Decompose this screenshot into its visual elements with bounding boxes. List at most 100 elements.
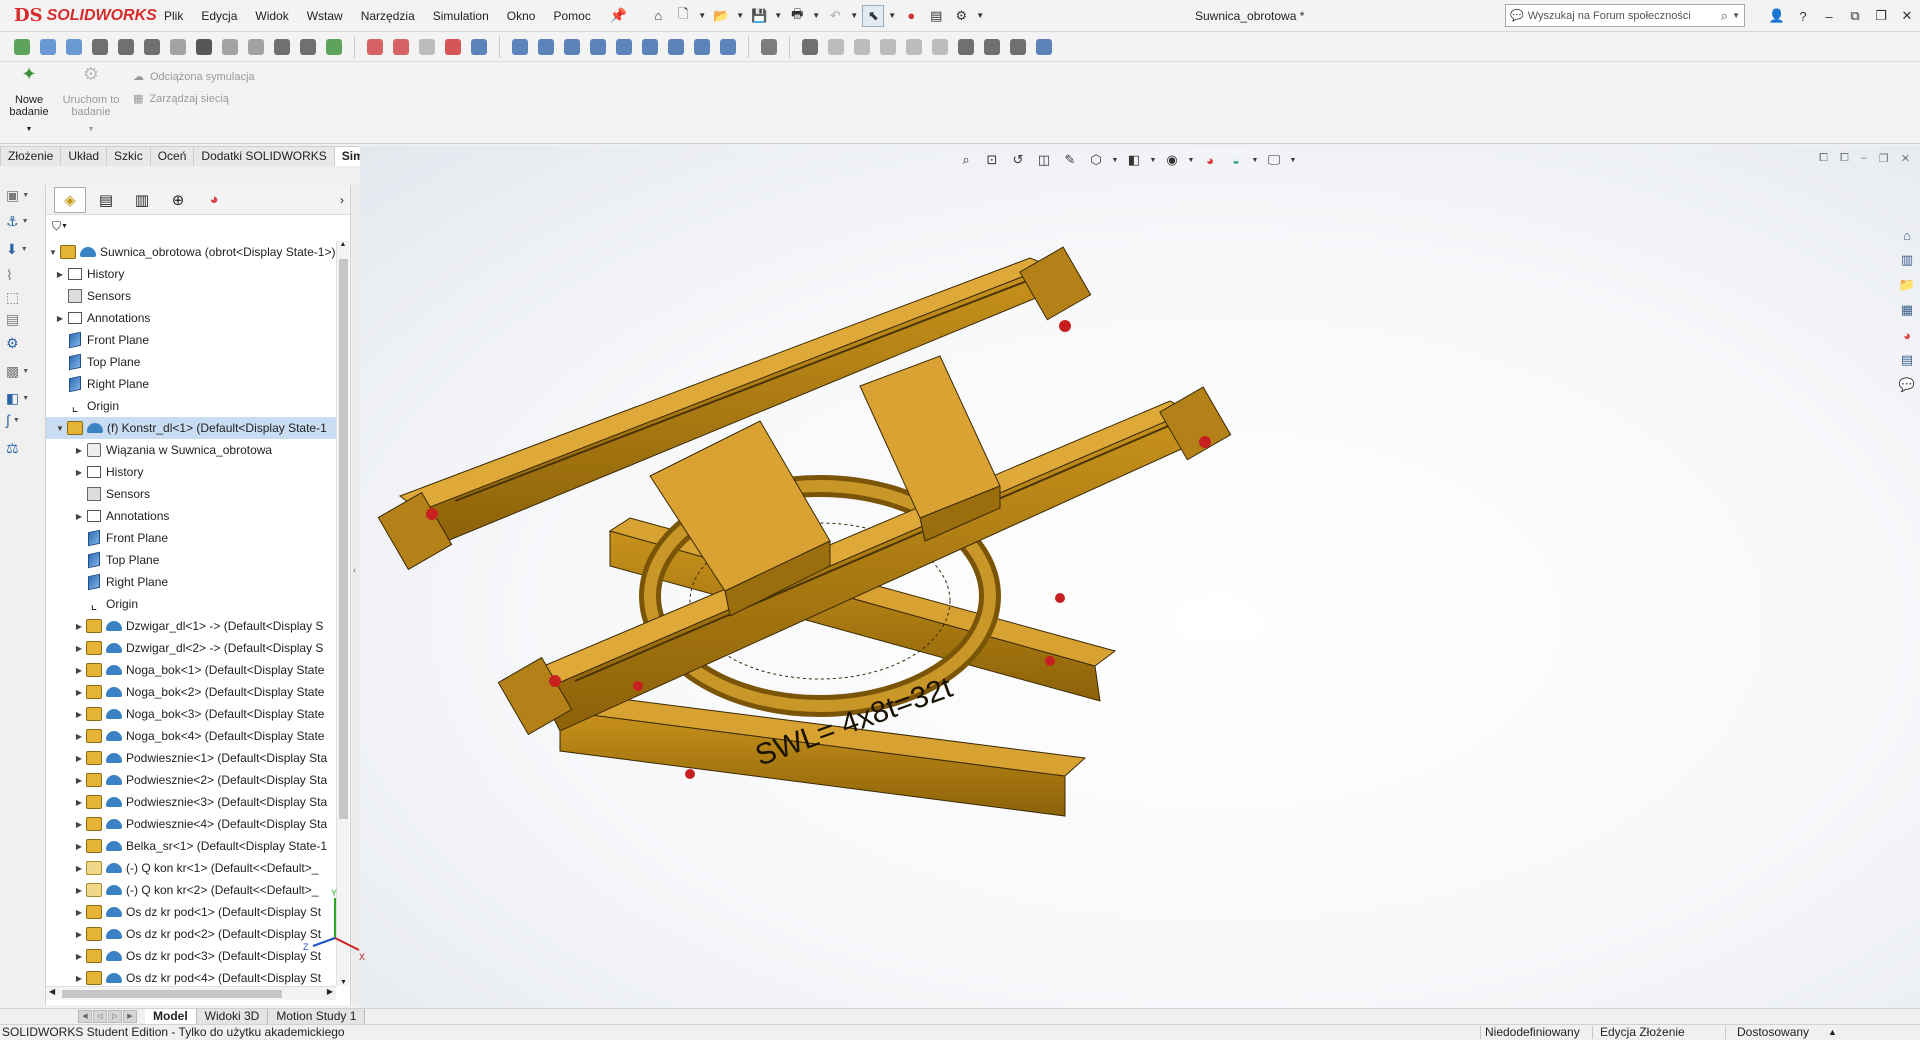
expand-icon[interactable]: ▶	[72, 952, 86, 961]
rebuild-traffic-light-icon[interactable]: ●	[900, 5, 922, 27]
menu-5[interactable]: Simulation	[424, 0, 498, 32]
expand-icon[interactable]: ▶	[53, 314, 67, 323]
expand-icon[interactable]: ▶	[72, 864, 86, 873]
strip-probe-icon[interactable]: ◧ ▼	[6, 387, 34, 409]
expand-icon[interactable]: ▶	[72, 688, 86, 697]
maximize-icon[interactable]: ❐	[1868, 8, 1894, 24]
open-icon[interactable]: 📂	[710, 5, 732, 27]
expand-icon[interactable]: ▶	[72, 468, 86, 477]
tree-item[interactable]: Sensors	[46, 285, 336, 307]
tree-item[interactable]: ▶ Wiązania w Suwnica_obrotowa	[46, 439, 336, 461]
splitter-grip-icon[interactable]: ‹	[353, 565, 356, 575]
expand-icon[interactable]: ▶	[72, 666, 86, 675]
filter-dropdown-icon[interactable]: ▼	[61, 223, 68, 230]
tree-item[interactable]: Front Plane	[46, 329, 336, 351]
filter-icon[interactable]: ⛉	[52, 219, 61, 234]
menu-3[interactable]: Wstaw	[298, 0, 352, 32]
strip-plot-icon[interactable]: ∫ ▼	[6, 409, 34, 431]
simulation-xpress-icon[interactable]	[363, 35, 387, 59]
search-box[interactable]: 💬 Wyszukaj na Forum społeczności ⌕ ▼	[1505, 4, 1745, 27]
design-library-icon[interactable]: ▥	[1896, 249, 1918, 271]
scroll-down-icon[interactable]: ▼	[337, 979, 350, 986]
tree-item[interactable]: ▶ Noga_bok<4> (Default<Display State	[46, 725, 336, 747]
tree-item[interactable]: ▶ Os dz kr pod<4> (Default<Display St	[46, 967, 336, 986]
expand-icon[interactable]: ▶	[72, 710, 86, 719]
pin-menu-icon[interactable]: 📌	[610, 7, 627, 24]
trimetric-view-icon[interactable]	[716, 35, 740, 59]
iso-view-icon[interactable]	[690, 35, 714, 59]
bottom-view-icon[interactable]	[664, 35, 688, 59]
bottom-tab-2[interactable]: Motion Study 1	[268, 1008, 366, 1025]
bottom-tab-1[interactable]: Widoki 3D	[196, 1008, 269, 1025]
scroll-left-icon[interactable]: ◀	[49, 987, 55, 996]
stl-icon[interactable]	[467, 35, 491, 59]
tree-item[interactable]: ▶ (-) Q kon kr<2> (Default<<Default>_	[46, 879, 336, 901]
mold-icon[interactable]	[441, 35, 465, 59]
tree-item[interactable]: Top Plane	[46, 351, 336, 373]
expand-icon[interactable]: ▶	[72, 622, 86, 631]
section-properties-icon[interactable]	[88, 35, 112, 59]
expand-icon[interactable]: ▶	[72, 886, 86, 895]
save-dropdown-icon[interactable]: ▼	[773, 5, 783, 27]
open-dropdown-icon[interactable]: ▼	[735, 5, 745, 27]
forum-icon[interactable]: 💬	[1896, 374, 1918, 396]
mbd-view-icon[interactable]	[1032, 35, 1056, 59]
tree-item[interactable]: ▶ Os dz kr pod<3> (Default<Display St	[46, 945, 336, 967]
collapse-icon[interactable]: ▼	[46, 248, 60, 257]
new-study-button[interactable]: ✦ Nowe badanie ▼	[0, 65, 58, 138]
status-units[interactable]: Dostosowany	[1737, 1025, 1809, 1040]
spell-check-icon[interactable]	[10, 35, 34, 59]
tree-item[interactable]: ▶ Belka_sr<1> (Default<Display State-1	[46, 835, 336, 857]
mbd-capture-icon[interactable]	[980, 35, 1004, 59]
print-dropdown-icon[interactable]: ▼	[811, 5, 821, 27]
run-study-button[interactable]: ⚙ Uruchom to badanie ▼	[62, 65, 120, 138]
clearance-icon[interactable]	[166, 35, 190, 59]
expand-icon[interactable]: ▶	[72, 908, 86, 917]
new-document-icon[interactable]: 🗋	[672, 5, 694, 27]
menu-6[interactable]: Okno	[498, 0, 545, 32]
minimize-icon[interactable]: –	[1816, 9, 1842, 24]
cmd-tab-1[interactable]: Układ	[60, 146, 108, 166]
mbd-tol-icon[interactable]	[876, 35, 900, 59]
vp-restore-icon[interactable]: ❐	[1879, 152, 1889, 165]
tree-item[interactable]: ▶ Podwiesznie<1> (Default<Display Sta	[46, 747, 336, 769]
help-icon[interactable]: ?	[1790, 9, 1816, 24]
expand-icon[interactable]: ▶	[72, 820, 86, 829]
cmd-tab-3[interactable]: Oceń	[149, 146, 195, 166]
tree-horizontal-scrollbar[interactable]: ◀ ▶	[46, 986, 336, 1000]
units-dropdown-icon[interactable]: ▲	[1828, 1025, 1837, 1040]
expand-icon[interactable]: ▶	[72, 446, 86, 455]
tree-item[interactable]: ▶ Podwiesznie<2> (Default<Display Sta	[46, 769, 336, 791]
tree-item[interactable]: ⌞ Origin	[46, 395, 336, 417]
planes-icon[interactable]	[508, 35, 532, 59]
vp-close-icon[interactable]: ✕	[1901, 152, 1910, 165]
undo-dropdown-icon[interactable]: ▼	[849, 5, 859, 27]
property-manager-tab-icon[interactable]: ▤	[90, 187, 122, 213]
configuration-manager-tab-icon[interactable]: ▥	[126, 187, 158, 213]
tree-hscroll-thumb[interactable]	[62, 990, 282, 998]
home-icon[interactable]: ⌂	[647, 5, 669, 27]
tree-item[interactable]: ▶ Annotations	[46, 505, 336, 527]
search-input[interactable]: Wyszukaj na Forum społeczności	[1528, 10, 1691, 22]
chevron-right-icon[interactable]: ›	[340, 193, 344, 207]
expand-icon[interactable]: ▶	[72, 732, 86, 741]
interference-icon[interactable]	[140, 35, 164, 59]
bottom-tab-0[interactable]: Model	[145, 1008, 197, 1025]
next-tab-icon[interactable]: ▷	[108, 1010, 122, 1023]
mbd-table-icon[interactable]	[928, 35, 952, 59]
strip-mesh-icon[interactable]: ⚙	[6, 332, 34, 354]
tree-item[interactable]: ⌞ Origin	[46, 593, 336, 615]
file-properties-icon[interactable]: ▤	[925, 5, 947, 27]
mbd-publish-icon[interactable]	[954, 35, 978, 59]
performance-icon[interactable]	[244, 35, 268, 59]
tree-item[interactable]: ▶ History	[46, 461, 336, 483]
new-study-dropdown-icon[interactable]: ▼	[0, 124, 58, 136]
scroll-up-icon[interactable]: ▲	[337, 241, 349, 248]
new-dropdown-icon[interactable]: ▼	[697, 5, 707, 27]
tree-item[interactable]: ▶ Podwiesznie<4> (Default<Display Sta	[46, 813, 336, 835]
prev-tab-icon[interactable]: ◁	[93, 1010, 107, 1023]
expand-icon[interactable]: ▶	[72, 974, 86, 983]
tree-filter[interactable]: ⛉ ▼	[46, 216, 350, 236]
copy-icon[interactable]	[270, 35, 294, 59]
tree-item[interactable]: ▼ (f) Konstr_dl<1> (Default<Display State…	[46, 417, 336, 439]
